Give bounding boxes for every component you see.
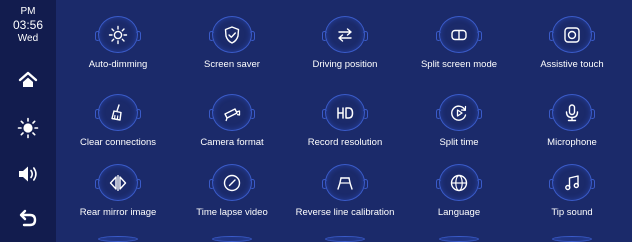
mirror-arrows-icon [109,174,127,191]
setting-label: Split screen mode [420,59,498,70]
hd-icon [337,106,354,119]
setting-label: Time lapse video [196,207,268,218]
sidebar: PM 03:56 Wed [0,0,57,242]
setting-screen-saver[interactable]: Screen saver [176,10,288,70]
setting-camera-format[interactable]: Camera format [176,88,288,148]
clock: PM 03:56 Wed [0,6,56,45]
setting-row4-item[interactable] [176,230,288,242]
clock-time: 03:56 [12,18,44,32]
setting-label: Assistive touch [540,59,604,70]
setting-row4-item[interactable] [289,230,401,242]
setting-label: Microphone [547,137,597,148]
setting-label: Reverse line calibration [295,207,395,218]
setting-auto-dimming[interactable]: Auto-dimming [62,10,174,70]
touch-circle-icon [564,26,580,43]
setting-assistive-touch[interactable]: Assistive touch [516,10,628,70]
setting-driving-position[interactable]: Driving position [289,10,401,70]
shield-check-icon [224,25,240,44]
setting-label: Rear mirror image [79,207,157,218]
split-screen-icon [451,29,467,40]
brightness-button[interactable] [16,116,40,140]
setting-row4-item[interactable] [403,230,515,242]
setting-label: Auto-dimming [88,59,148,70]
volume-button[interactable] [16,162,40,186]
setting-label: Split time [439,137,479,148]
timer-icon [223,174,241,191]
swap-arrows-icon [338,27,352,42]
setting-microphone[interactable]: Microphone [516,88,628,148]
speaker-icon [19,166,37,182]
setting-split-time[interactable]: Split time [403,88,515,148]
setting-label: Language [437,207,481,218]
back-button[interactable] [16,206,40,230]
home-button[interactable] [16,68,40,92]
music-note-icon [565,174,580,190]
setting-label: Driving position [312,59,378,70]
globe-icon [450,174,468,191]
broom-icon [111,103,122,121]
sun-icon [108,25,128,44]
setting-clear-connections[interactable]: Clear connections [62,88,174,148]
setting-reverse-line-calibration[interactable]: Reverse line calibration [289,158,401,218]
clock-ampm: PM [20,6,36,17]
setting-language[interactable]: Language [403,158,515,218]
setting-label: Record resolution [307,137,383,148]
setting-label: Tip sound [551,207,593,218]
camera-icon [224,107,241,121]
setting-label: Screen saver [204,59,260,70]
setting-split-screen-mode[interactable]: Split screen mode [403,10,515,70]
reverse-lines-icon [337,176,353,190]
microphone-icon [565,103,579,121]
setting-rear-mirror-image[interactable]: Rear mirror image [62,158,174,218]
setting-row4-item[interactable] [62,230,174,242]
setting-time-lapse-video[interactable]: Time lapse video [176,158,288,218]
back-arrow-icon [19,209,37,227]
setting-label: Clear connections [79,137,157,148]
setting-label: Camera format [200,137,264,148]
brightness-icon [17,117,39,139]
play-cycle-icon [451,105,467,121]
clock-day: Wed [17,33,39,44]
settings-grid: Auto-dimming Screen saver Driving positi… [56,0,632,242]
setting-row4-item[interactable] [516,230,628,242]
setting-tip-sound[interactable]: Tip sound [516,158,628,218]
setting-record-resolution[interactable]: Record resolution [289,88,401,148]
home-icon [18,71,38,87]
